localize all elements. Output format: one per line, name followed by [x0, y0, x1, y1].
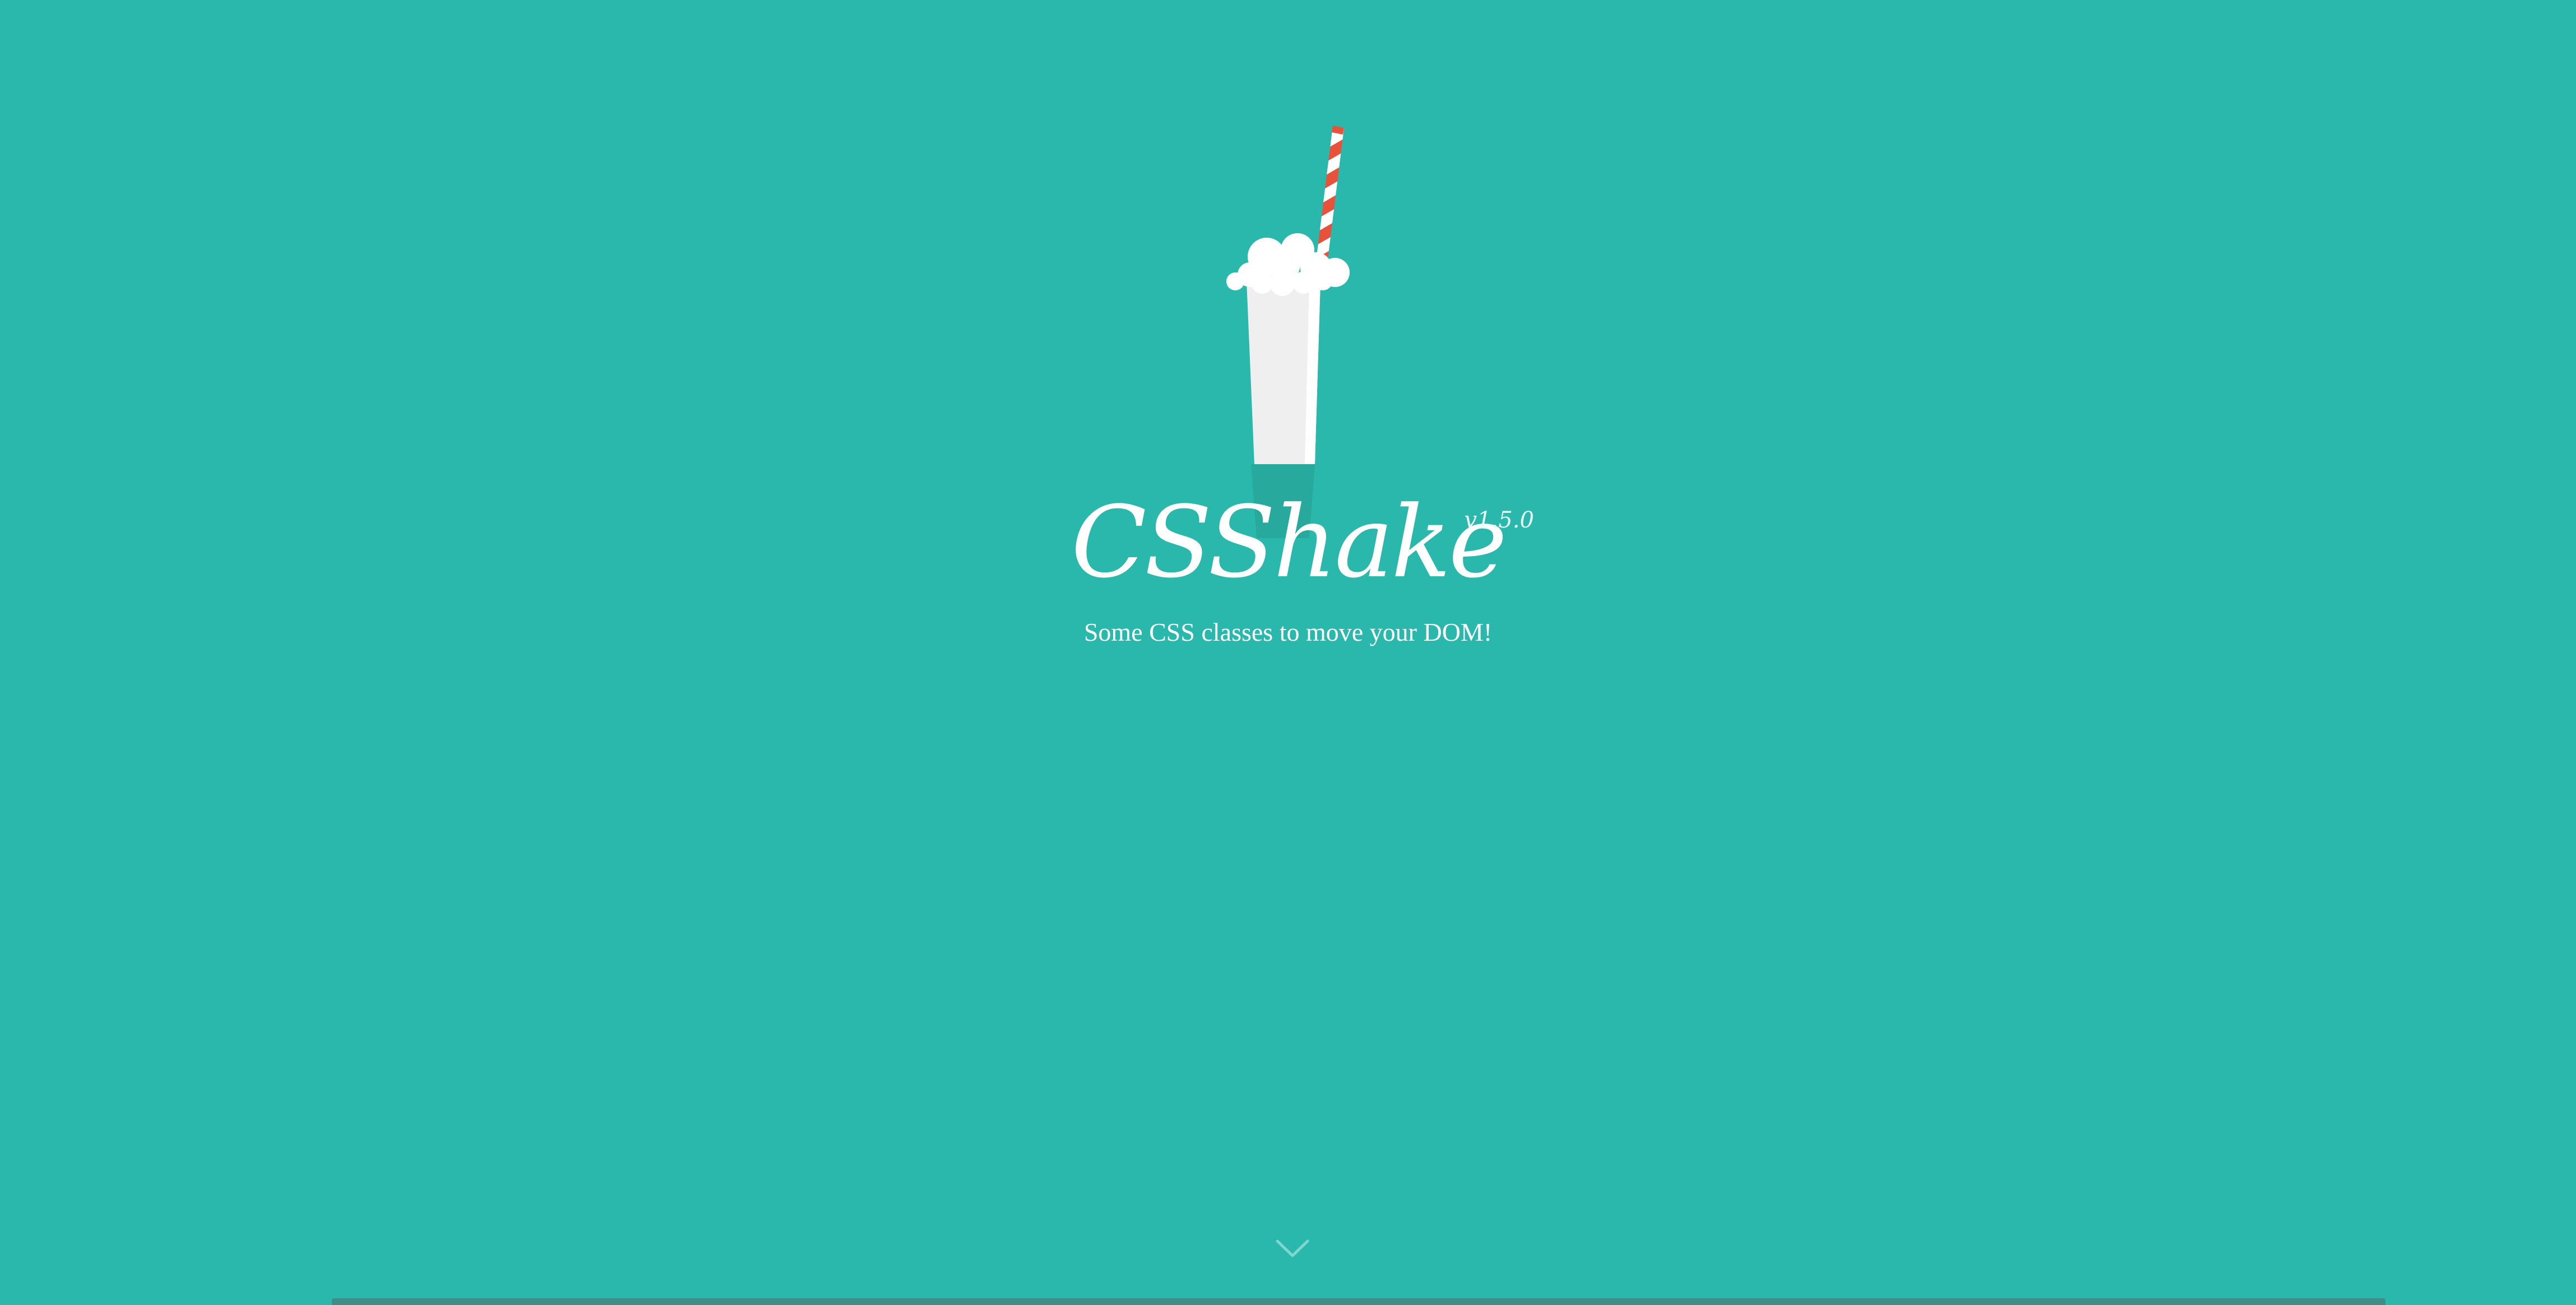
hero-title-wrap: CSShake v1.5.0 [0, 493, 2576, 592]
cup [1247, 280, 1321, 464]
page: CSShake v1.5.0 Some CSS classes to move … [0, 0, 2576, 1305]
next-section-edge [332, 1298, 2385, 1305]
version-badge: v1.5.0 [1464, 507, 1534, 533]
straw [1316, 126, 1344, 263]
page-title: CSShake v1.5.0 [1071, 493, 1534, 592]
foam [1226, 233, 1350, 296]
tagline: Some CSS classes to move your DOM! [1083, 618, 1493, 646]
chevron-down-icon[interactable] [1275, 1239, 1310, 1259]
title-text: CSShake [1071, 485, 1507, 600]
